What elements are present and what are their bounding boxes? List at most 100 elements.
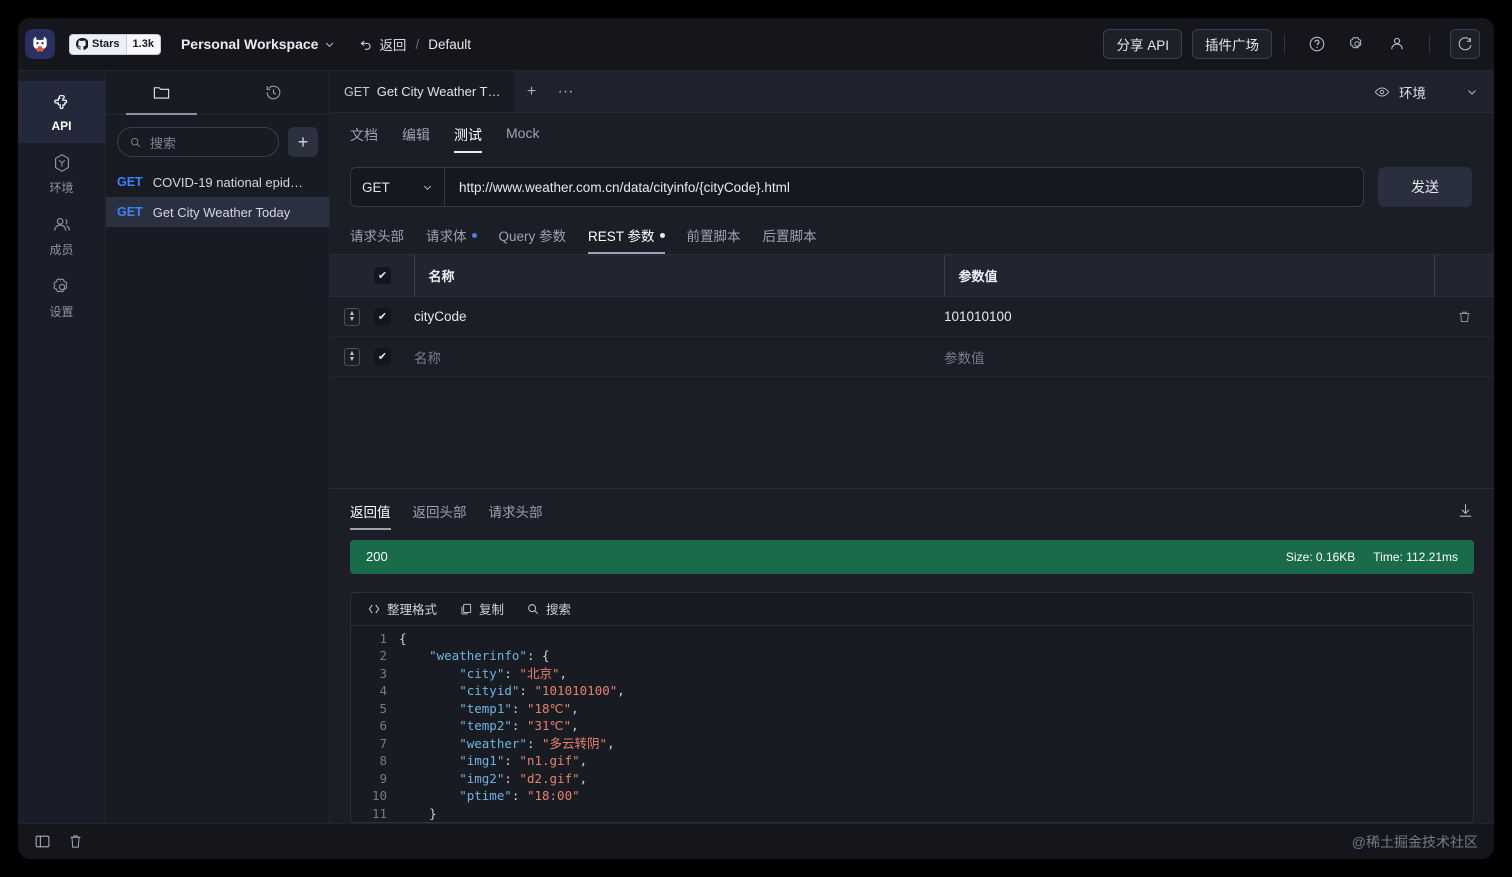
search-icon [526,602,540,616]
param-name-input[interactable]: 名称 [414,337,944,377]
code-line: 10 "ptime": "18:00" [351,787,1473,805]
response-time: Time: 112.21ms [1373,550,1458,564]
tab-rest-params[interactable]: REST 参数 [588,225,665,254]
github-stars-badge[interactable]: Stars 1.3k [69,34,161,55]
settings-gear-icon [51,276,73,298]
cat-logo-icon[interactable] [25,29,55,59]
tab-mock[interactable]: Mock [506,125,539,153]
param-value-input[interactable]: 参数值 [944,337,1434,377]
drag-handle[interactable]: ▲▼ [344,348,360,366]
format-code-button[interactable]: 整理格式 [367,599,437,618]
send-button[interactable]: 发送 [1378,167,1472,207]
tab-request-body-label: 请求体 [426,225,467,245]
add-api-button[interactable]: + [288,127,318,157]
new-tab-button[interactable]: + [514,71,548,112]
table-row[interactable]: ▲▼ ✔ 名称 参数值 [330,337,1494,377]
github-stars-count: 1.3k [127,34,161,55]
select-all-checkbox[interactable]: ✔ [374,267,391,284]
github-stars-label-group[interactable]: Stars [69,34,127,55]
list-item-method: GET [117,205,143,219]
chevron-down-icon [324,39,335,50]
download-icon[interactable] [1457,502,1474,528]
environment-selector[interactable]: 环境 [1374,82,1478,102]
tab-post-script[interactable]: 后置脚本 [763,225,817,254]
tab-pre-script-label: 前置脚本 [687,225,741,245]
api-search-row: 搜索 + [106,115,329,167]
tab-get-city-weather[interactable]: GET Get City Weather T… [330,71,514,112]
params-table: ✔ 名称 参数值 ▲▼ ✔ [330,254,1494,377]
rest-params-area: ✔ 名称 参数值 ▲▼ ✔ [330,254,1494,488]
gear-icon[interactable] [1343,30,1371,58]
panel-toggle-icon[interactable] [34,833,51,850]
tab-test[interactable]: 测试 [454,125,482,153]
table-row[interactable]: ▲▼ ✔ cityCode 101010100 [330,297,1494,337]
tab-response-headers[interactable]: 返回头部 [413,501,467,530]
list-item-label: COVID-19 national epid… [153,175,303,190]
search-input[interactable]: 搜索 [117,127,279,157]
request-url-row: GET http://www.weather.com.cn/data/cityi… [330,153,1494,215]
code-line-content: "weatherinfo": { [399,647,550,665]
action-column-header [1434,255,1494,297]
sidebar-item-api[interactable]: API [18,81,105,143]
user-icon[interactable] [1383,30,1411,58]
sidebar-item-members[interactable]: 成员 [18,205,105,267]
search-code-button[interactable]: 搜索 [526,599,571,618]
tab-response-body[interactable]: 返回值 [350,501,391,530]
http-method-select[interactable]: GET [351,168,445,206]
plugin-market-button[interactable]: 插件广场 [1192,29,1272,59]
drag-handle[interactable]: ▲▼ [344,308,360,326]
share-api-button[interactable]: 分享 API [1103,29,1182,59]
tab-rest-params-label: REST 参数 [588,225,655,245]
row-checkbox[interactable]: ✔ [374,348,391,365]
chevron-down-icon [1466,86,1478,98]
tab-edit[interactable]: 编辑 [402,125,430,153]
back-label: 返回 [379,34,406,54]
code-line-number: 3 [351,665,399,683]
tab-more-button[interactable]: ··· [548,71,582,112]
url-input[interactable]: http://www.weather.com.cn/data/cityinfo/… [445,180,1363,195]
rest-params-modified-dot [660,233,665,238]
tab-query-params-label: Query 参数 [499,225,567,245]
param-name-input[interactable]: cityCode [414,297,944,337]
code-line: 3 "city": "北京", [351,665,1473,683]
trash-icon[interactable] [67,833,84,850]
workspace-selector[interactable]: Personal Workspace [181,36,335,52]
row-checkbox[interactable]: ✔ [374,308,391,325]
refresh-icon[interactable] [1450,29,1480,59]
code-line-number: 1 [351,630,399,648]
tab-method: GET [344,85,370,99]
code-line-content: } [399,805,437,823]
chevron-down-icon [422,182,433,193]
code-line: 5 "temp1": "18℃", [351,700,1473,718]
list-item[interactable]: GET COVID-19 national epid… [106,167,329,197]
folder-tab[interactable] [106,71,218,114]
tab-pre-script[interactable]: 前置脚本 [687,225,741,254]
code-line: 7 "weather": "多云转阴", [351,735,1473,753]
response-code-viewer[interactable]: 1{2 "weatherinfo": {3 "city": "北京",4 "ci… [351,626,1473,823]
tab-title: Get City Weather T… [377,84,501,99]
tab-query-params[interactable]: Query 参数 [499,225,567,254]
response-tabs: 返回值 返回头部 请求头部 [330,489,1494,530]
copy-code-button[interactable]: 复制 [459,599,504,618]
sidebar-item-settings[interactable]: 设置 [18,267,105,329]
delete-row-button[interactable] [1434,309,1494,324]
history-tab[interactable] [218,71,330,114]
tab-doc[interactable]: 文档 [350,125,378,153]
list-item[interactable]: GET Get City Weather Today [106,197,329,227]
tab-request-headers[interactable]: 请求头部 [350,225,404,254]
back-button[interactable]: 返回 [359,34,406,54]
sidebar-item-environment[interactable]: 环境 [18,143,105,205]
workspace-label: Personal Workspace [181,36,318,52]
help-circle-icon[interactable] [1303,30,1331,58]
list-item-label: Get City Weather Today [153,205,291,220]
sidebar-item-settings-label: 设置 [49,303,73,320]
tab-request-body[interactable]: 请求体 [426,225,477,254]
sidebar-item-api-label: API [51,119,71,133]
param-value-input[interactable]: 101010100 [944,297,1434,337]
code-line-content: "city": "北京", [399,665,567,683]
tab-request-headers-label: 请求头部 [350,225,404,245]
code-toolbar: 整理格式 复制 [351,593,1473,626]
main-area: GET Get City Weather T… + ··· 环境 [330,71,1494,823]
tab-sent-request-headers[interactable]: 请求头部 [489,501,543,530]
code-line-content: "img2": "d2.gif", [399,770,587,788]
